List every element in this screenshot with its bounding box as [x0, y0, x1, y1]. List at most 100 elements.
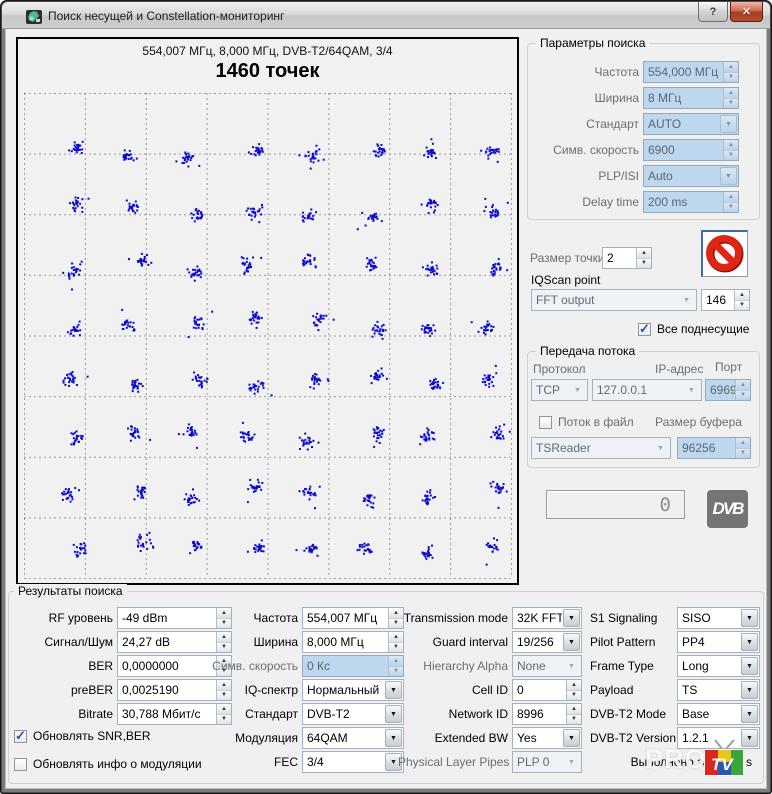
- iq-spectrum-field[interactable]: Нормальный▼: [302, 679, 404, 701]
- stream-to-file-checkbox[interactable]: [539, 416, 552, 429]
- payload-dropdown-arrow[interactable]: ▼: [741, 681, 758, 699]
- payload-field[interactable]: TS▼: [677, 679, 760, 701]
- iqscan-source-value: FFT output: [532, 290, 677, 310]
- s1-signaling-dropdown-arrow[interactable]: ▼: [741, 609, 758, 627]
- point-size-field[interactable]: 2▲▼: [602, 247, 652, 269]
- transmission-mode-dropdown-arrow[interactable]: ▼: [563, 609, 580, 627]
- iqscan-source-dropdown-arrow[interactable]: ▼: [678, 291, 695, 309]
- symbol-rate-field[interactable]: 6900▲▼: [643, 139, 739, 161]
- pilot-pattern-field[interactable]: PP4▼: [677, 631, 760, 653]
- help-button[interactable]: ?: [698, 2, 728, 22]
- symbol-rate-spin-down-button[interactable]: ▼: [724, 150, 738, 161]
- stop-scan-button[interactable]: [701, 230, 748, 277]
- ts-reader-value: TSReader: [532, 438, 651, 458]
- point-size-spin-down-button[interactable]: ▼: [637, 258, 651, 269]
- ts-reader-field[interactable]: TSReader▼: [531, 437, 671, 459]
- network-id-spinner[interactable]: ▲▼: [566, 704, 581, 724]
- standard-field[interactable]: AUTO▼: [643, 113, 739, 135]
- titlebar[interactable]: Поиск несущей и Constellation-мониторинг: [2, 2, 770, 29]
- update-modulation-info-checkbox[interactable]: [14, 758, 27, 771]
- physical-layer-pipes-dropdown-arrow[interactable]: ▼: [563, 753, 580, 771]
- standard-value: AUTO: [644, 114, 719, 134]
- dvb-t2-mode-dropdown-arrow[interactable]: ▼: [741, 705, 758, 723]
- result-row-result-standard: СтандартDVB-T2▼: [190, 703, 404, 725]
- point-size-spin-up-button[interactable]: ▲: [637, 248, 651, 258]
- frame-type-field[interactable]: Long▼: [677, 655, 760, 677]
- iqscan-source-field[interactable]: FFT output▼: [531, 289, 697, 311]
- extended-bw-field[interactable]: Yes▼: [512, 727, 582, 749]
- extended-bw-label: Extended BW: [398, 731, 512, 745]
- cell-id-field[interactable]: 0▲▼: [512, 679, 582, 701]
- network-id-spin-up-button[interactable]: ▲: [567, 704, 581, 714]
- cell-id-spin-down-button[interactable]: ▼: [567, 690, 581, 701]
- symbol-rate-spin-up-button[interactable]: ▲: [724, 140, 738, 150]
- all-subcarriers-checkbox-row[interactable]: Все поднесущие: [638, 321, 749, 337]
- stream-to-file-checkbox-row[interactable]: Поток в файл: [539, 414, 634, 430]
- result-symbol-rate-field[interactable]: 0 Кс▲▼: [302, 655, 404, 677]
- modulation-field[interactable]: 64QAM▼: [302, 727, 404, 749]
- physical-layer-pipes-field[interactable]: PLP 0▼: [512, 751, 582, 773]
- symbol-rate-spinner[interactable]: ▲▼: [723, 140, 738, 160]
- protocol-field[interactable]: TCP▼: [531, 379, 588, 401]
- iqscan-index-spin-up-button[interactable]: ▲: [735, 290, 749, 300]
- result-bandwidth-field[interactable]: 8,000 МГц▲▼: [302, 631, 404, 653]
- cell-id-spin-up-button[interactable]: ▲: [567, 680, 581, 690]
- iqscan-index-spinner[interactable]: ▲▼: [734, 290, 749, 310]
- protocol-dropdown-arrow[interactable]: ▼: [569, 381, 586, 399]
- guard-interval-field[interactable]: 19/256▼: [512, 631, 582, 653]
- pilot-pattern-dropdown-arrow[interactable]: ▼: [741, 633, 758, 651]
- status-display: 0: [546, 490, 685, 519]
- point-size-spinner[interactable]: ▲▼: [636, 248, 651, 268]
- bandwidth-spinner[interactable]: ▲▼: [723, 88, 738, 108]
- guard-interval-dropdown-arrow[interactable]: ▼: [563, 633, 580, 651]
- fec-field[interactable]: 3/4▼: [302, 751, 404, 773]
- update-snr-ber-checkbox[interactable]: [14, 730, 27, 743]
- search-params-group-title: Параметры поиска: [536, 36, 649, 50]
- hierarchy-alpha-field[interactable]: None▼: [512, 655, 582, 677]
- ts-reader-dropdown-arrow[interactable]: ▼: [652, 439, 669, 457]
- extended-bw-dropdown-arrow[interactable]: ▼: [563, 729, 580, 747]
- close-button[interactable]: ✕: [730, 2, 763, 22]
- bandwidth-field[interactable]: 8 МГц▲▼: [643, 87, 739, 109]
- network-id-field[interactable]: 8996▲▼: [512, 703, 582, 725]
- port-spin-down-button[interactable]: ▼: [736, 390, 750, 401]
- result-frequency-field[interactable]: 554,007 МГц▲▼: [302, 607, 404, 629]
- all-subcarriers-checkbox[interactable]: [638, 323, 651, 336]
- port-spinner[interactable]: ▲▼: [735, 380, 750, 400]
- frame-type-dropdown-arrow[interactable]: ▼: [741, 657, 758, 675]
- cell-id-spinner[interactable]: ▲▼: [566, 680, 581, 700]
- frequency-spinner[interactable]: ▲▼: [723, 62, 738, 82]
- result-standard-field[interactable]: DVB-T2▼: [302, 703, 404, 725]
- hierarchy-alpha-dropdown-arrow[interactable]: ▼: [563, 657, 580, 675]
- iqscan-index-field[interactable]: 146▲▼: [701, 289, 750, 311]
- bandwidth-spin-up-button[interactable]: ▲: [724, 88, 738, 98]
- delay-time-spin-up-button[interactable]: ▲: [724, 192, 738, 202]
- transmission-mode-field[interactable]: 32K FFT▼: [512, 607, 582, 629]
- network-id-spin-down-button[interactable]: ▼: [567, 714, 581, 725]
- standard-dropdown-arrow[interactable]: ▼: [720, 115, 737, 133]
- port-field[interactable]: 6969▲▼: [705, 379, 751, 401]
- delay-time-field[interactable]: 200 ms▲▼: [643, 191, 739, 213]
- ip-address-dropdown-arrow[interactable]: ▼: [683, 381, 700, 399]
- dvb-t2-mode-field[interactable]: Base▼: [677, 703, 760, 725]
- port-spin-up-button[interactable]: ▲: [736, 380, 750, 390]
- watermark-tv-icon: TV: [701, 736, 747, 783]
- delay-time-spin-down-button[interactable]: ▼: [724, 202, 738, 213]
- delay-time-spinner[interactable]: ▲▼: [723, 192, 738, 212]
- update-modulation-info-checkbox-row[interactable]: Обновлять инфо о модуляции: [14, 756, 202, 772]
- update-snr-ber-checkbox-row[interactable]: Обновлять SNR,BER: [14, 728, 151, 744]
- buffer-size-spinner[interactable]: ▲▼: [735, 438, 750, 458]
- ip-address-field[interactable]: 127.0.0.1▼: [592, 379, 702, 401]
- iqscan-index-spin-down-button[interactable]: ▼: [735, 300, 749, 311]
- frequency-spin-down-button[interactable]: ▼: [724, 72, 738, 83]
- frequency-spin-up-button[interactable]: ▲: [724, 62, 738, 72]
- plp-isi-dropdown-arrow[interactable]: ▼: [720, 167, 737, 185]
- bandwidth-spin-down-button[interactable]: ▼: [724, 98, 738, 109]
- buffer-size-field[interactable]: 96256▲▼: [677, 437, 751, 459]
- buffer-size-spin-down-button[interactable]: ▼: [736, 448, 750, 459]
- frequency-field[interactable]: 554,000 МГц▲▼: [643, 61, 739, 83]
- plp-isi-value: Auto: [644, 166, 719, 186]
- plp-isi-field[interactable]: Auto▼: [643, 165, 739, 187]
- s1-signaling-field[interactable]: SISO▼: [677, 607, 760, 629]
- buffer-size-spin-up-button[interactable]: ▲: [736, 438, 750, 448]
